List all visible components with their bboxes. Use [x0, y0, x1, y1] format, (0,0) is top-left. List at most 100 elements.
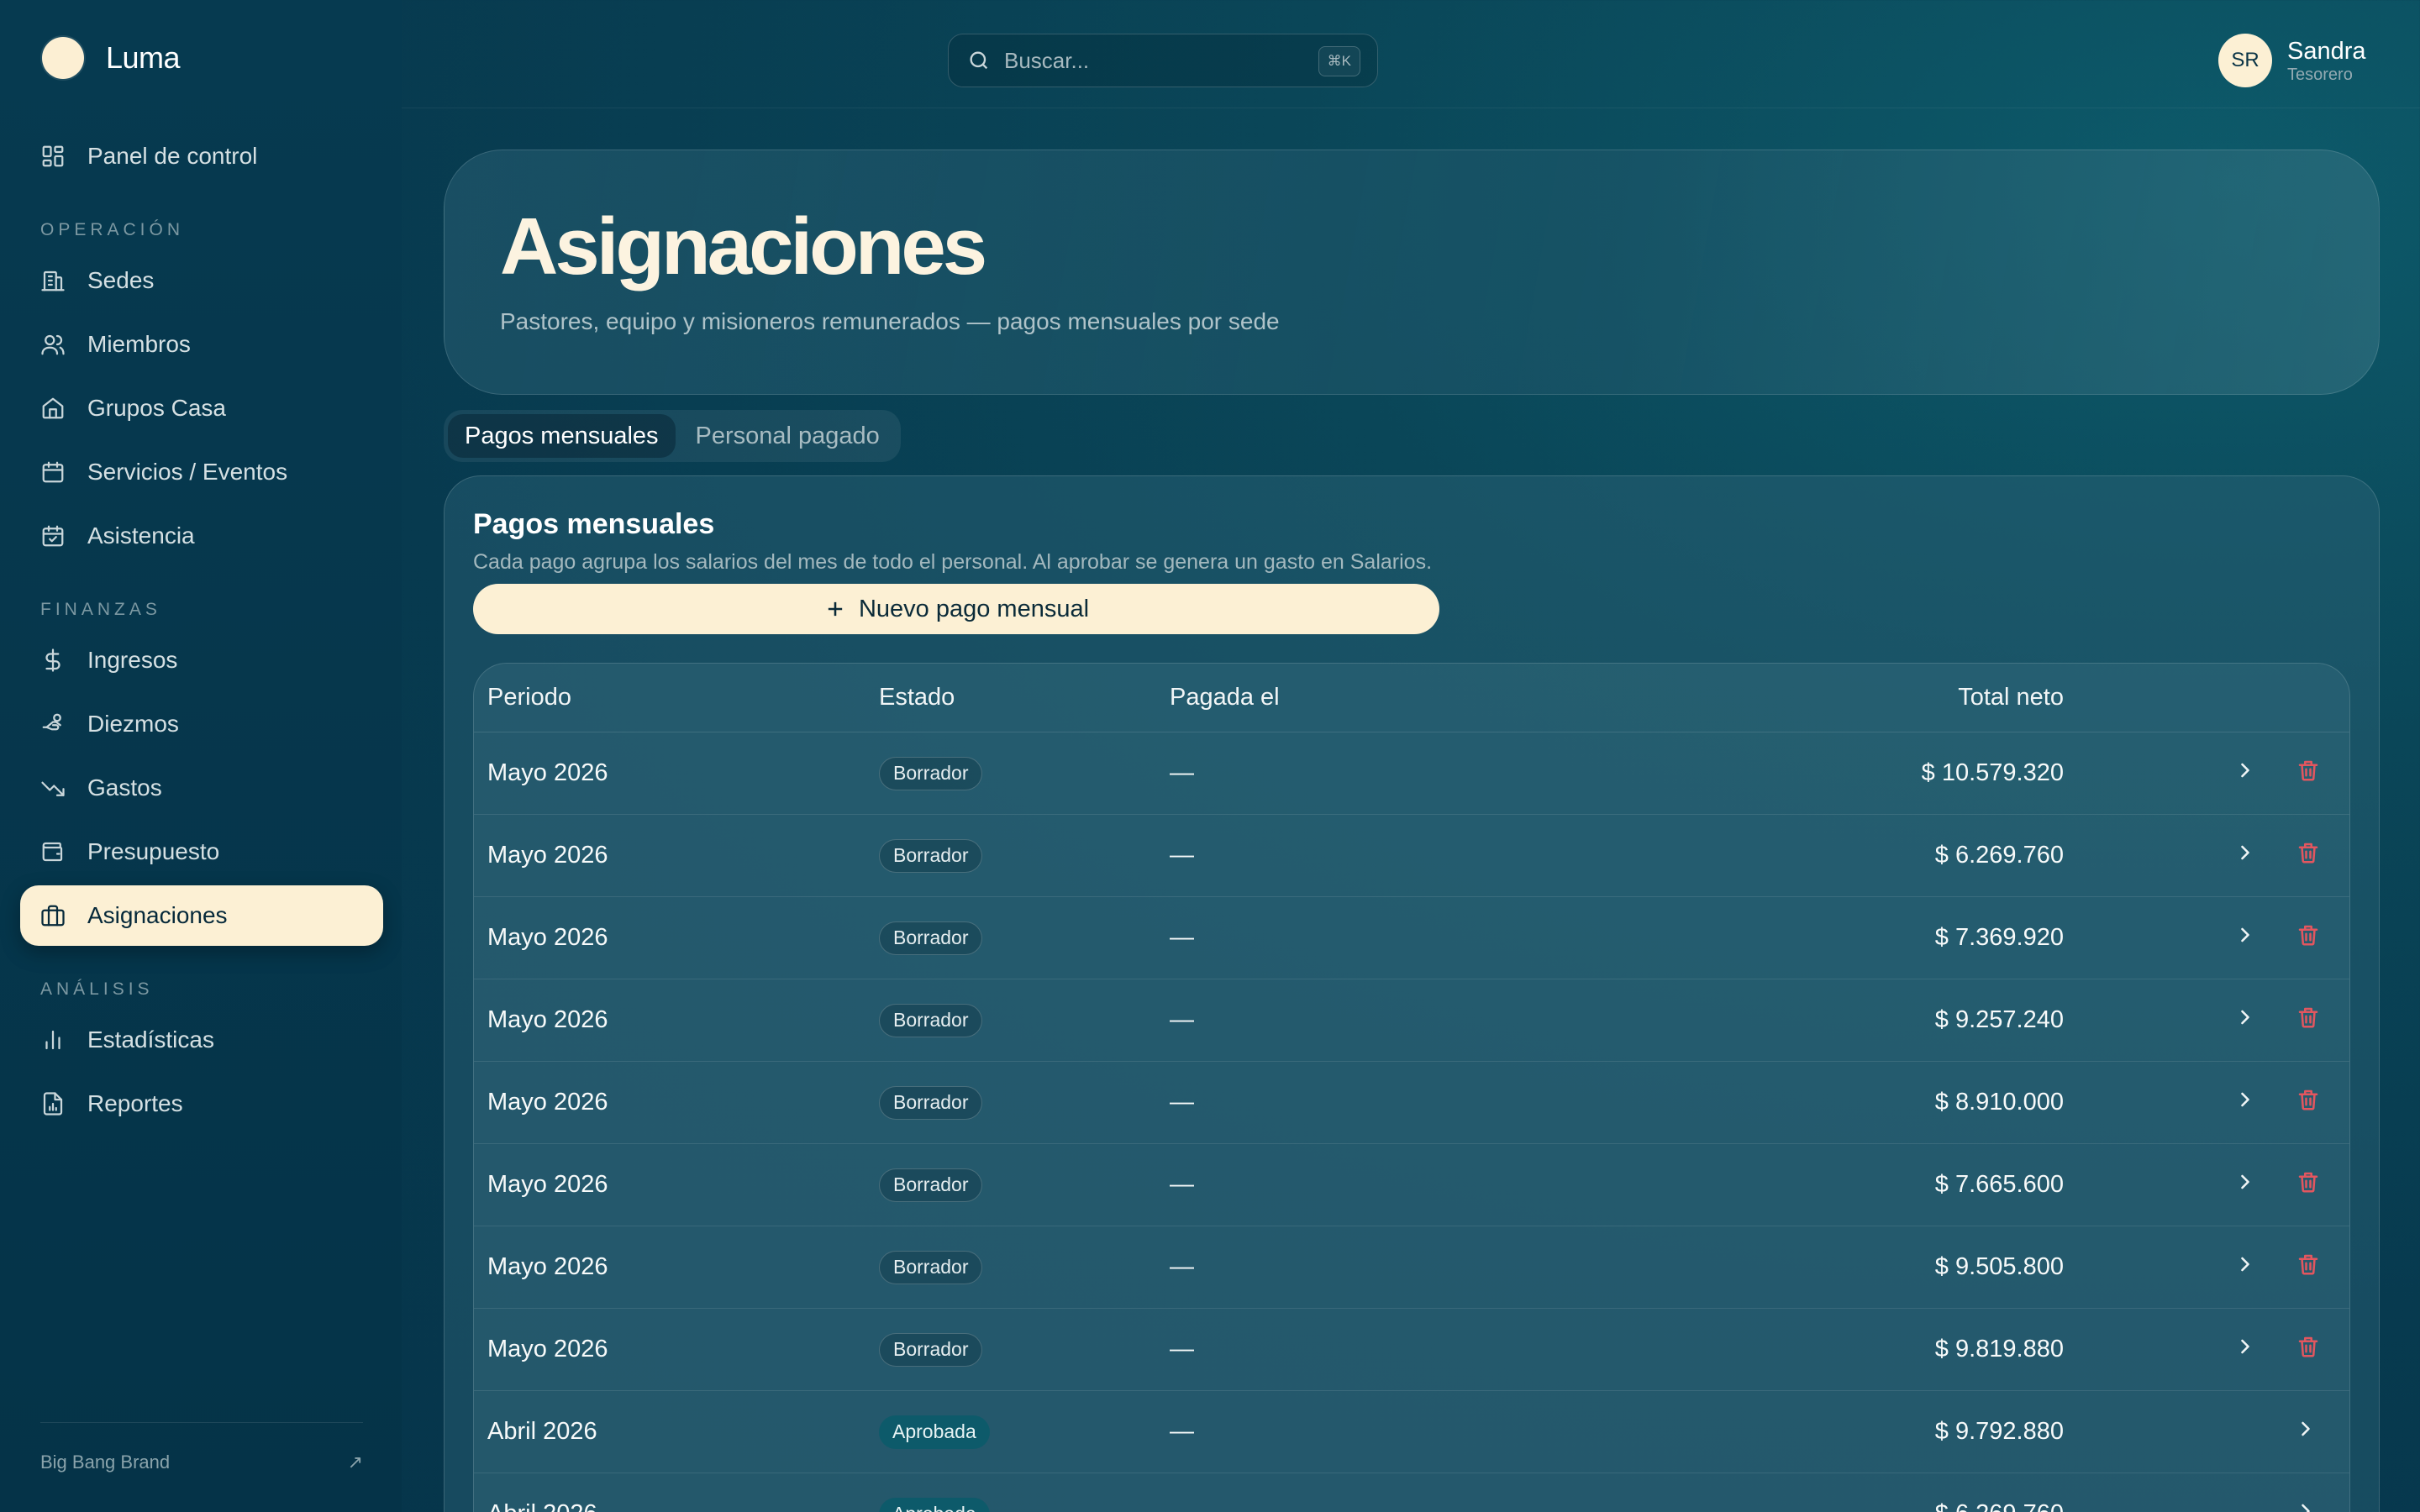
header-period[interactable]: Periodo — [487, 664, 571, 732]
status-badge: Aprobada — [879, 1497, 990, 1512]
briefcase-icon — [41, 905, 65, 927]
trash-icon — [2296, 758, 2321, 790]
open-row-button[interactable] — [2294, 1473, 2317, 1512]
row-paid-on: — — [1170, 1006, 1194, 1033]
row-status: Borrador — [879, 732, 983, 814]
dollar-icon — [45, 648, 60, 672]
tab-pagos-mensuales[interactable]: Pagos mensuales — [448, 414, 676, 458]
user-role: Tesorero — [2287, 65, 2353, 84]
monthly-payments-card: Pagos mensuales Cada pago agrupa los sal… — [444, 475, 2380, 1512]
status-badge: Borrador — [879, 921, 983, 955]
user-menu[interactable]: SR Sandra Tesorero — [2218, 34, 2366, 87]
delete-row-button[interactable] — [2296, 732, 2321, 814]
table-row[interactable]: Mayo 2026 Borrador — $ 8.910.000 — [474, 1062, 2349, 1144]
sidebar-item-panel-de-control[interactable]: Panel de control — [20, 126, 383, 186]
open-row-button[interactable] — [2233, 897, 2257, 979]
table-row[interactable]: Mayo 2026 Borrador — $ 10.579.320 — [474, 732, 2349, 815]
hand-coins-icon — [42, 713, 61, 731]
open-row-button[interactable] — [2233, 815, 2257, 896]
header-paid-on[interactable]: Pagada el — [1170, 664, 1280, 732]
file-chart-icon — [43, 1092, 63, 1116]
row-period: Mayo 2026 — [487, 1253, 608, 1280]
avatar[interactable]: SR — [2218, 34, 2272, 87]
tab-personal-pagado[interactable]: Personal pagado — [679, 414, 897, 458]
search-input[interactable] — [1004, 47, 1307, 74]
table-row[interactable]: Abril 2026 Aprobada — $ 6.269.760 — [474, 1473, 2349, 1512]
sidebar-item-diezmos[interactable]: Diezmos — [20, 694, 383, 754]
delete-row-button[interactable] — [2296, 979, 2321, 1061]
open-row-button[interactable] — [2233, 979, 2257, 1061]
sidebar-item-sedes[interactable]: Sedes — [20, 250, 383, 311]
search-box[interactable]: ⌘K — [948, 34, 1378, 87]
status-badge: Aprobada — [879, 1415, 990, 1449]
table-row[interactable]: Mayo 2026 Borrador — $ 9.257.240 — [474, 979, 2349, 1062]
table-row[interactable]: Mayo 2026 Borrador — $ 9.819.880 — [474, 1309, 2349, 1391]
delete-row-button[interactable] — [2296, 815, 2321, 896]
delete-row-button[interactable] — [2296, 897, 2321, 979]
open-row-button[interactable] — [2294, 1391, 2317, 1473]
table-row[interactable]: Mayo 2026 Borrador — $ 6.269.760 — [474, 815, 2349, 897]
table-header: Periodo Estado Pagada el Total neto — [474, 664, 2349, 732]
sidebar-item-label: Diezmos — [87, 711, 179, 737]
row-total: $ 9.257.240 — [1934, 1006, 2064, 1033]
sidebar-section-title: ANÁLISIS — [40, 979, 154, 999]
brand[interactable]: Luma — [42, 37, 181, 79]
sidebar-item-servicios-eventos[interactable]: Servicios / Eventos — [20, 442, 383, 502]
delete-row-button[interactable] — [2296, 1062, 2321, 1143]
trash-icon — [2296, 840, 2321, 872]
chevron-right-icon — [2233, 923, 2257, 953]
sidebar-item-presupuesto[interactable]: Presupuesto — [20, 822, 383, 882]
delete-row-button[interactable] — [2296, 1309, 2321, 1390]
sidebar-item-reportes[interactable]: Reportes — [20, 1074, 383, 1134]
footer-brand-link[interactable]: Big Bang Brand — [40, 1452, 170, 1473]
row-total: $ 6.269.760 — [1934, 842, 2064, 869]
table-row[interactable]: Mayo 2026 Borrador — $ 9.505.800 — [474, 1226, 2349, 1309]
trending-down-icon — [41, 781, 65, 796]
payments-table: Periodo Estado Pagada el Total neto Mayo… — [473, 663, 2350, 1512]
search-icon — [970, 51, 988, 70]
row-paid-on: — — [1170, 1473, 1194, 1512]
trash-icon — [2296, 1087, 2321, 1119]
open-row-button[interactable] — [2233, 1144, 2257, 1226]
header-status[interactable]: Estado — [879, 664, 955, 732]
trash-icon — [2296, 1334, 2321, 1366]
chevron-right-icon — [2233, 759, 2257, 789]
sidebar-footer[interactable]: Big Bang Brand ↗ — [40, 1422, 363, 1473]
open-row-button[interactable] — [2233, 1226, 2257, 1308]
page-subtitle: Pastores, equipo y misioneros remunerado… — [500, 308, 1280, 334]
chevron-right-icon — [2233, 1088, 2257, 1118]
delete-row-button[interactable] — [2296, 1144, 2321, 1226]
users-icon — [41, 334, 65, 355]
delete-row-button[interactable] — [2296, 1226, 2321, 1308]
table-row[interactable]: Mayo 2026 Borrador — $ 7.369.920 — [474, 897, 2349, 979]
sidebar-item-estadisticas[interactable]: Estadísticas — [20, 1010, 383, 1070]
status-badge: Borrador — [879, 1168, 983, 1202]
new-monthly-payment-button[interactable]: Nuevo pago mensual — [473, 584, 1439, 634]
sidebar-item-miembros[interactable]: Miembros — [20, 314, 383, 375]
plus-icon — [828, 601, 843, 617]
sidebar-item-ingresos[interactable]: Ingresos — [20, 630, 383, 690]
chevron-right-icon — [2233, 1005, 2257, 1036]
status-badge: Borrador — [879, 756, 983, 790]
chevron-right-icon — [2233, 841, 2257, 871]
open-row-button[interactable] — [2233, 1309, 2257, 1390]
table-row[interactable]: Abril 2026 Aprobada — $ 9.792.880 — [474, 1391, 2349, 1473]
open-row-button[interactable] — [2233, 732, 2257, 814]
sidebar-item-gastos[interactable]: Gastos — [20, 758, 383, 818]
status-badge: Borrador — [879, 1250, 983, 1284]
row-status: Borrador — [879, 979, 983, 1061]
row-status: Borrador — [879, 1062, 983, 1143]
sidebar-item-label: Miembros — [87, 331, 191, 357]
sidebar-item-asistencia[interactable]: Asistencia — [20, 506, 383, 566]
header-total[interactable]: Total neto — [1958, 664, 2064, 732]
sidebar-item-label: Servicios / Eventos — [87, 459, 288, 485]
table-row[interactable]: Mayo 2026 Borrador — $ 7.665.600 — [474, 1144, 2349, 1226]
open-row-button[interactable] — [2233, 1062, 2257, 1143]
trash-icon — [2296, 1252, 2321, 1284]
sidebar-item-grupos-casa[interactable]: Grupos Casa — [20, 378, 383, 438]
sidebar-item-asignaciones[interactable]: Asignaciones — [20, 885, 383, 946]
row-paid-on: — — [1170, 842, 1194, 869]
sidebar-item-label: Reportes — [87, 1090, 183, 1116]
sidebar-nav: Panel de control OPERACIÓN Sedes Miembro… — [20, 126, 383, 1137]
row-paid-on: — — [1170, 759, 1194, 786]
